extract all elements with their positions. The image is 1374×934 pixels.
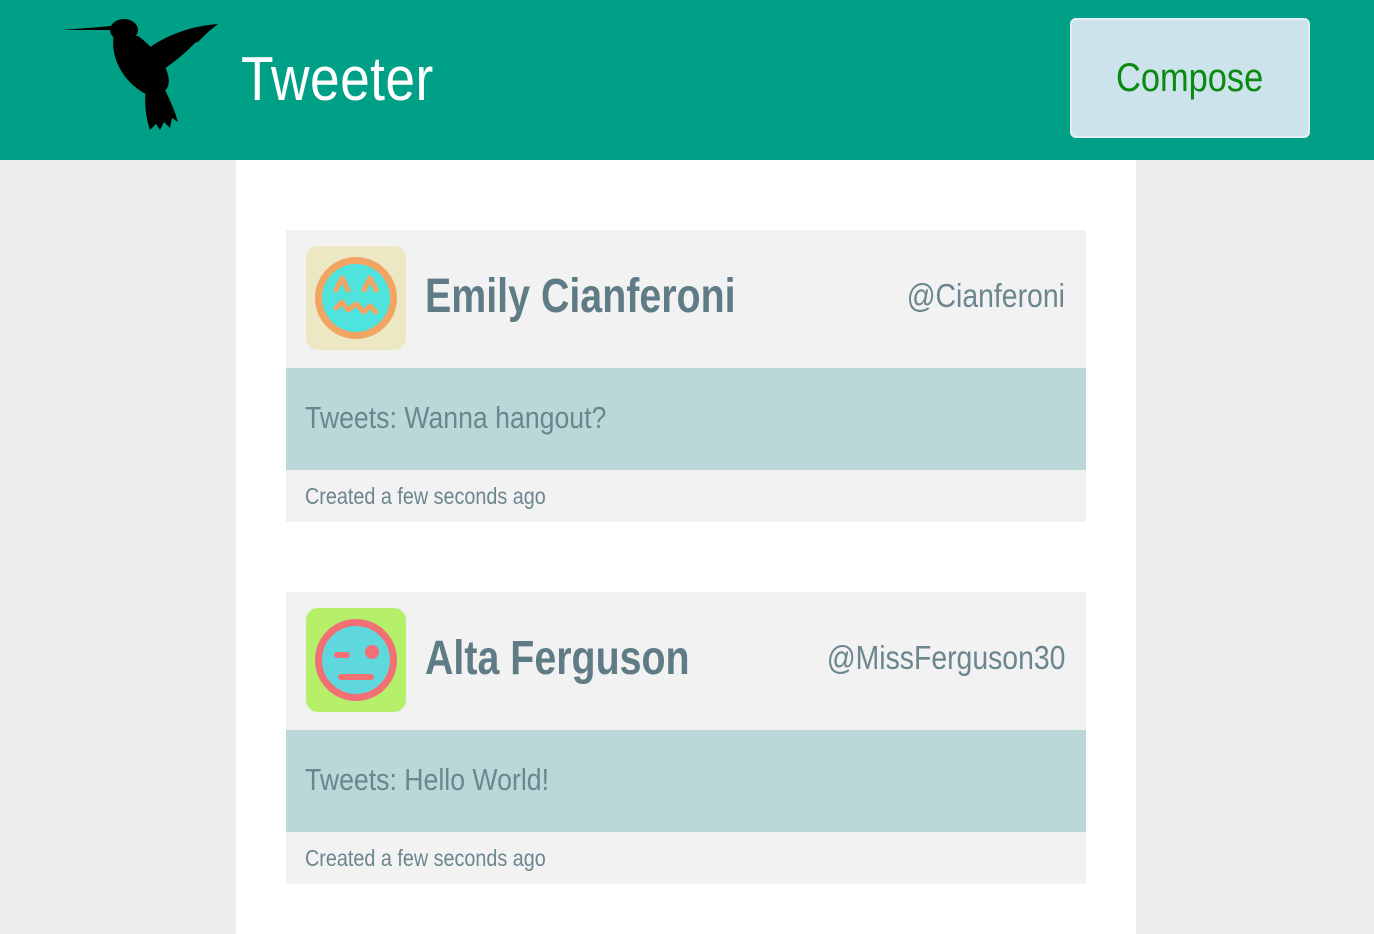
tweet-feed: Emily Cianferoni @Cianferoni Tweets: Wan…	[236, 160, 1136, 934]
face-icon-squint	[306, 246, 406, 350]
tweet-card: Alta Ferguson @MissFerguson30 Tweets: He…	[286, 592, 1086, 884]
tweet-body: Tweets: Wanna hangout?	[286, 368, 1086, 470]
tweet-header: Emily Cianferoni @Cianferoni	[286, 230, 1086, 368]
tweet-footer: Created a few seconds ago	[286, 832, 1086, 884]
face-icon-wink	[306, 608, 406, 712]
tweet-footer: Created a few seconds ago	[286, 470, 1086, 522]
tweet-timestamp: Created a few seconds ago	[305, 845, 546, 871]
compose-button-label: Compose	[1116, 55, 1264, 100]
compose-button[interactable]: Compose	[1070, 18, 1310, 138]
tweet-body: Tweets: Hello World!	[286, 730, 1086, 832]
hummingbird-icon	[60, 16, 220, 134]
tweet-timestamp: Created a few seconds ago	[305, 483, 546, 509]
avatar	[306, 246, 406, 350]
user-name: Emily Cianferoni	[425, 270, 736, 323]
tweet-header: Alta Ferguson @MissFerguson30	[286, 592, 1086, 730]
user-name: Alta Ferguson	[425, 632, 690, 685]
tweet-text: Tweets: Hello World!	[305, 762, 549, 797]
tweet-card: Emily Cianferoni @Cianferoni Tweets: Wan…	[286, 230, 1086, 522]
app-title: Tweeter	[241, 45, 434, 114]
user-handle: @MissFerguson30	[826, 639, 1065, 676]
user-handle: @Cianferoni	[906, 277, 1065, 314]
tweet-text: Tweets: Wanna hangout?	[305, 400, 607, 435]
top-nav-bar: Tweeter Compose	[0, 0, 1374, 160]
avatar	[306, 608, 406, 712]
